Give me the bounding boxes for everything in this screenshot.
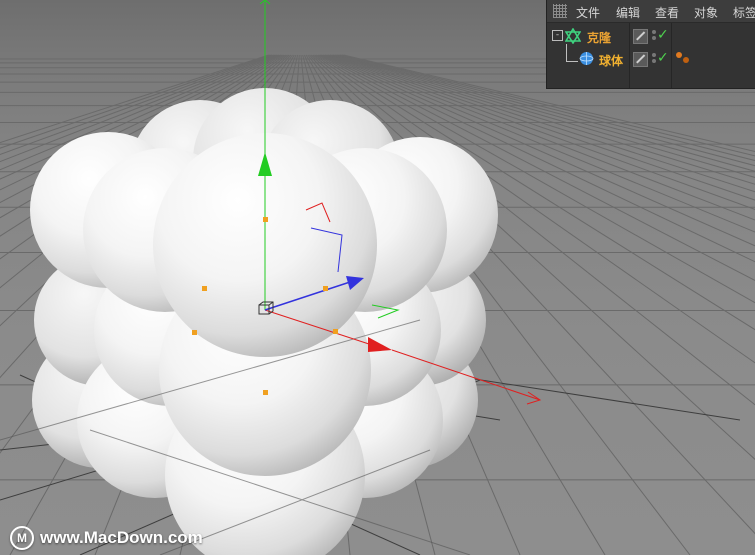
enabled-check-icon[interactable]: ✓: [657, 50, 669, 66]
object-name-sphere[interactable]: 球体: [599, 52, 623, 69]
object-manager-menubar: 文件 编辑 查看 对象 标签: [547, 0, 755, 23]
collapse-toggle-icon[interactable]: -: [552, 30, 563, 41]
material-tag-icon[interactable]: [675, 51, 691, 65]
object-manager-panel: 文件 编辑 查看 对象 标签 - 克隆 ✓ 球体 ✓: [546, 0, 755, 89]
menu-objects[interactable]: 对象: [694, 4, 718, 21]
tree-row-cloner[interactable]: - 克隆 ✓: [547, 26, 755, 47]
object-tree: - 克隆 ✓ 球体 ✓: [547, 23, 755, 88]
cloner-icon: [565, 28, 581, 44]
panel-grip-icon[interactable]: [553, 4, 567, 18]
object-name-cloner[interactable]: 克隆: [587, 29, 611, 46]
menu-view[interactable]: 查看: [655, 4, 679, 21]
menu-file[interactable]: 文件: [576, 4, 600, 21]
menu-edit[interactable]: 编辑: [616, 4, 640, 21]
layer-toggle-icon[interactable]: [633, 29, 648, 44]
tree-row-sphere[interactable]: 球体 ✓: [547, 49, 755, 70]
watermark-text: www.MacDown.com: [40, 528, 203, 547]
layer-toggle-icon[interactable]: [633, 52, 648, 67]
menu-tags[interactable]: 标签: [733, 4, 755, 21]
sphere-icon: [579, 52, 594, 65]
enabled-check-icon[interactable]: ✓: [657, 27, 669, 43]
macdown-logo-icon: M: [10, 526, 34, 550]
watermark: M www.MacDown.com: [10, 525, 203, 551]
